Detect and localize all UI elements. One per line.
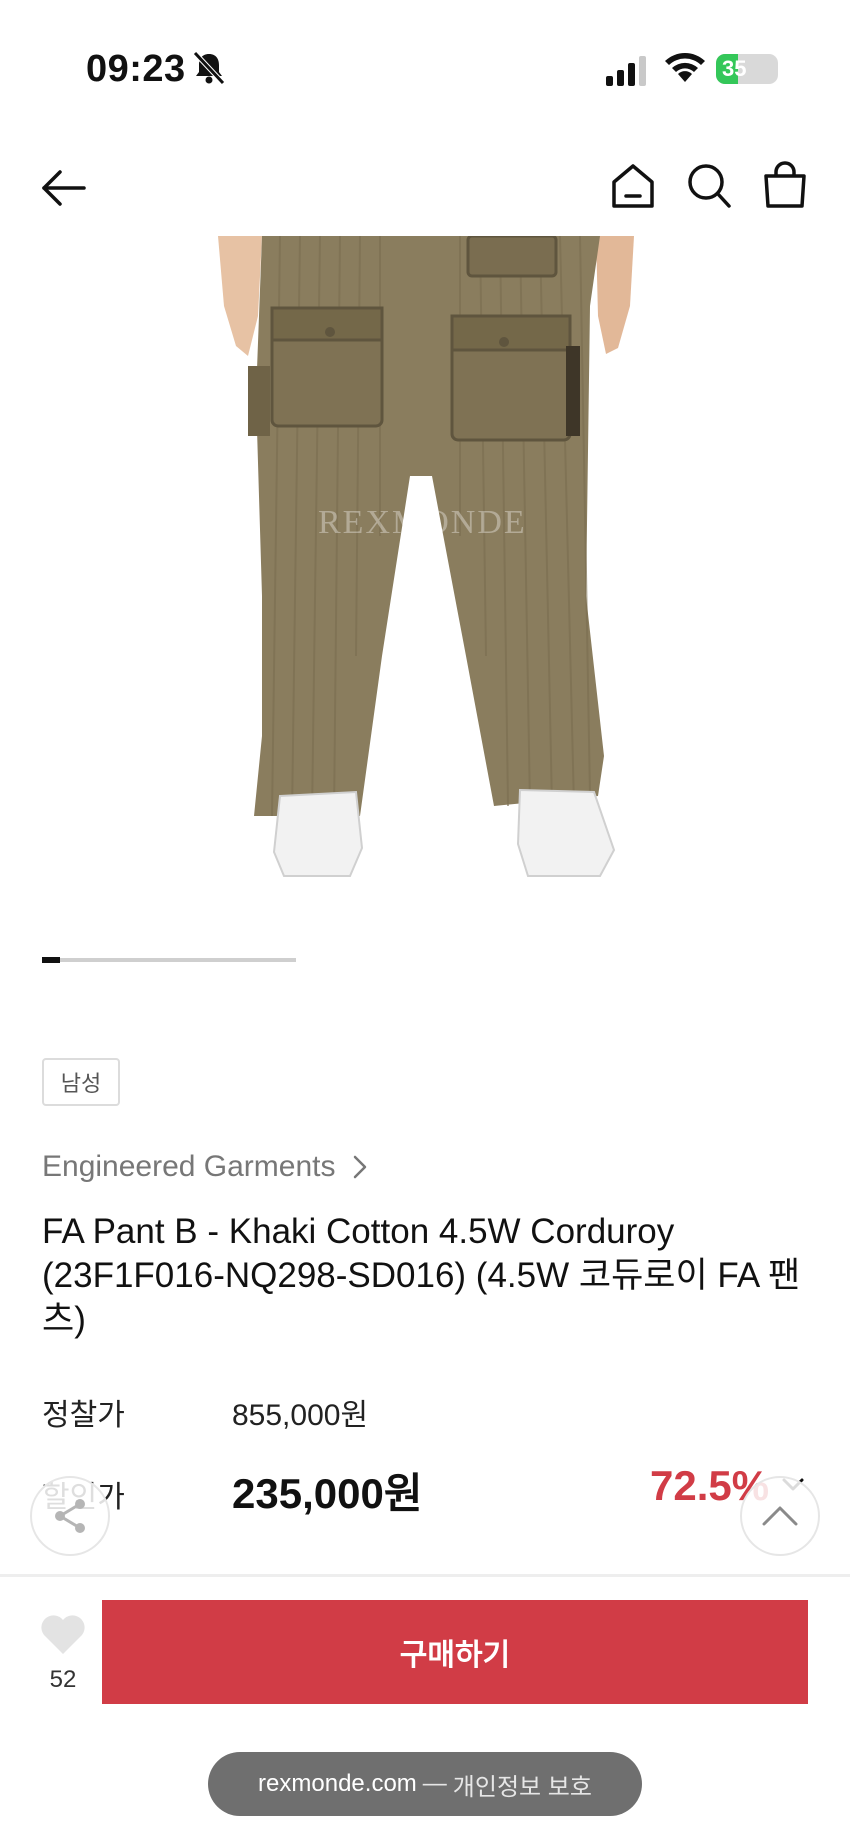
brand-link[interactable]: Engineered Garments	[42, 1150, 370, 1184]
cellular-signal-icon	[606, 56, 646, 86]
product-photo	[218, 236, 634, 877]
url-domain: rexmonde.com	[258, 1770, 417, 1797]
home-icon[interactable]	[610, 162, 656, 210]
carousel-progress-thumb	[42, 957, 60, 963]
like-count: 52	[49, 1666, 77, 1693]
wifi-icon	[665, 53, 705, 82]
brand-name: Engineered Garments	[42, 1150, 336, 1183]
share-icon	[55, 1499, 85, 1533]
share-button[interactable]	[30, 1476, 110, 1556]
shopping-bag-icon[interactable]	[762, 160, 808, 210]
back-arrow-icon[interactable]	[40, 164, 88, 212]
top-nav-bar	[0, 140, 850, 236]
chevron-up-icon	[762, 1506, 798, 1526]
image-watermark: REXMONDE	[318, 504, 527, 541]
list-price-label: 정찰가	[42, 1399, 125, 1432]
battery-level: 35	[722, 56, 747, 81]
privacy-label: 개인정보 보호	[452, 1773, 592, 1801]
status-bar: 09:23 35	[0, 0, 850, 120]
carousel-progress-track	[42, 957, 296, 963]
browser-url-pill[interactable]: rexmonde.com — 개인정보 보호	[208, 1752, 642, 1816]
status-time: 09:23	[86, 48, 186, 90]
sale-price: 235,000원	[232, 1470, 423, 1517]
gender-tag: 남성	[42, 1058, 120, 1106]
list-price: 855,000원	[232, 1399, 369, 1432]
like-button[interactable]: 52	[38, 1612, 88, 1694]
divider	[0, 1574, 850, 1577]
chevron-right-icon	[353, 1155, 366, 1179]
heart-icon	[41, 1615, 85, 1654]
battery-indicator: 35	[716, 54, 778, 84]
buy-button[interactable]: 구매하기	[102, 1600, 808, 1704]
silent-bell-icon	[193, 51, 225, 85]
search-icon[interactable]	[686, 162, 732, 210]
product-image-carousel[interactable]: REXMONDE	[0, 236, 850, 1010]
url-separator: —	[422, 1770, 447, 1797]
scroll-to-top-button[interactable]	[740, 1476, 820, 1556]
product-title: FA Pant B - Khaki Cotton 4.5W Corduroy (…	[42, 1212, 801, 1339]
